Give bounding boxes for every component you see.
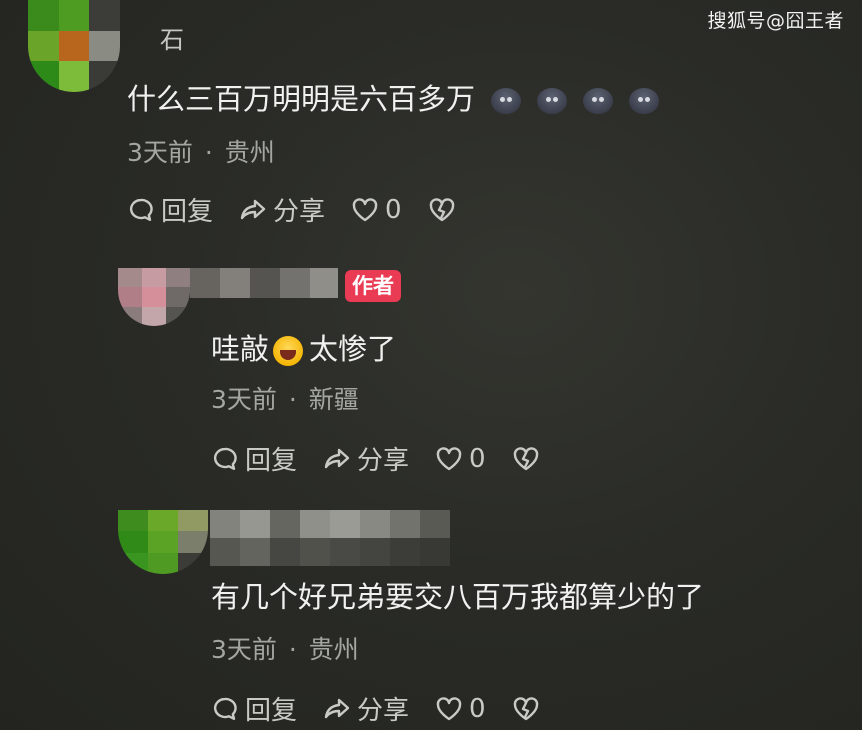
heart-icon (436, 696, 462, 720)
like-count: 0 (385, 194, 402, 225)
sad-face-emoji-icon (537, 88, 568, 114)
comment-2: 作者 哇敲 太惨了 3天前 · 新疆 回复 分享 0 (0, 250, 862, 490)
reply-label: 回复 (245, 446, 298, 476)
comment-meta: 3天前 · 贵州 (127, 133, 275, 169)
action-bar: 回复 分享 0 (127, 191, 482, 228)
location: 新疆 (308, 385, 359, 414)
timestamp: 3天前 (211, 385, 277, 414)
separator: · (288, 385, 297, 414)
comment-1: 石 什么三百万明明是六百多万 3天前 · 贵州 回复 分享 0 (0, 0, 862, 240)
broken-heart-icon (429, 197, 454, 221)
username-blurred[interactable] (210, 510, 450, 566)
avatar[interactable] (28, 0, 120, 92)
avatar[interactable] (118, 510, 208, 574)
location: 贵州 (224, 138, 275, 167)
like-button[interactable]: 0 (351, 195, 402, 225)
share-label: 分享 (357, 446, 410, 476)
location: 贵州 (308, 635, 359, 664)
share-arrow-icon (324, 698, 350, 718)
share-label: 分享 (357, 696, 410, 726)
like-count: 0 (469, 443, 486, 474)
comment-meta: 3天前 · 贵州 (211, 630, 359, 666)
reply-label: 回复 (245, 696, 298, 726)
action-bar: 回复 分享 0 (211, 440, 566, 477)
comment-meta: 3天前 · 新疆 (211, 380, 359, 416)
share-arrow-icon (240, 199, 266, 219)
username-fragment[interactable]: 石 (160, 20, 184, 55)
heart-icon (352, 197, 378, 221)
like-button[interactable]: 0 (435, 444, 486, 474)
reply-button[interactable]: 回复 (211, 690, 297, 727)
avatar[interactable] (118, 268, 190, 326)
reply-bubble-icon (129, 198, 153, 221)
timestamp: 3天前 (127, 138, 193, 167)
like-button[interactable]: 0 (435, 694, 486, 724)
reply-bubble-icon (213, 697, 237, 720)
laughing-crying-emoji-icon (273, 336, 304, 366)
share-button[interactable]: 分享 (323, 440, 409, 477)
action-bar: 回复 分享 0 (211, 690, 566, 727)
username-blurred[interactable] (190, 268, 338, 298)
comment-text: 什么三百万明明是六百多万 (127, 76, 660, 118)
reply-label: 回复 (161, 197, 214, 227)
heart-icon (436, 446, 462, 470)
share-button[interactable]: 分享 (239, 191, 325, 228)
sad-face-emoji-icon (491, 88, 522, 114)
sad-face-emoji-icon (583, 88, 614, 114)
author-badge: 作者 (345, 270, 401, 302)
comment-text: 哇敲 太惨了 (211, 332, 397, 366)
dislike-button[interactable] (512, 445, 540, 473)
broken-heart-icon (513, 696, 538, 720)
share-arrow-icon (324, 448, 350, 468)
timestamp: 3天前 (211, 635, 277, 664)
broken-heart-icon (513, 446, 538, 470)
reply-bubble-icon (213, 447, 237, 470)
separator: · (204, 138, 213, 167)
reply-button[interactable]: 回复 (127, 191, 213, 228)
comment-3: 有几个好兄弟要交八百万我都算少的了 3天前 · 贵州 回复 分享 0 (0, 500, 862, 730)
like-count: 0 (469, 693, 486, 724)
comment-text: 有几个好兄弟要交八百万我都算少的了 (211, 580, 705, 614)
dislike-button[interactable] (428, 196, 456, 224)
sad-face-emoji-icon (629, 88, 660, 114)
dislike-button[interactable] (512, 695, 540, 723)
share-button[interactable]: 分享 (323, 690, 409, 727)
share-label: 分享 (273, 197, 326, 227)
reply-button[interactable]: 回复 (211, 440, 297, 477)
separator: · (288, 635, 297, 664)
